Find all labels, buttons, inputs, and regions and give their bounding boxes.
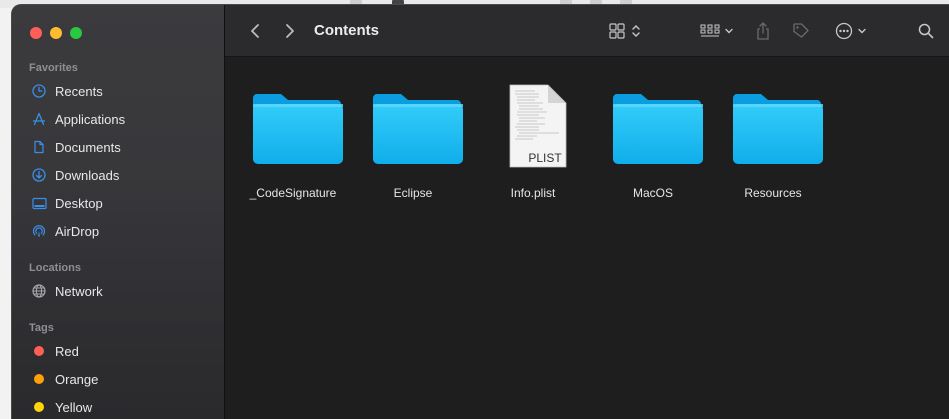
ellipsis-circle-icon: [835, 22, 853, 40]
forward-button[interactable]: [280, 19, 300, 43]
chevron-down-icon: [858, 28, 866, 34]
sidebar-item-airdrop[interactable]: AirDrop: [12, 218, 225, 244]
file-item-folder[interactable]: Resources: [718, 77, 828, 207]
sidebar-item-tag-yellow[interactable]: Yellow: [12, 394, 225, 419]
folder-icon: [613, 94, 703, 164]
toolbar: Contents: [225, 5, 949, 57]
chevron-left-icon: [251, 24, 259, 38]
sidebar-item-network[interactable]: Network: [12, 278, 225, 304]
search-button[interactable]: [915, 19, 937, 43]
sidebar-item-label: Yellow: [55, 399, 93, 415]
group-by-button[interactable]: [697, 19, 737, 43]
file-browser-content: _CodeSignature Eclipse PLIST Info.plist: [225, 57, 949, 419]
group-grid-icon: [700, 24, 720, 37]
chevron-right-icon: [286, 24, 294, 38]
sidebar-item-downloads[interactable]: Downloads: [12, 162, 225, 188]
file-name-label: Info.plist: [510, 186, 556, 200]
sidebar-item-documents[interactable]: Documents: [12, 134, 225, 160]
sidebar-item-recents[interactable]: Recents: [12, 78, 225, 104]
desktop-icon: [31, 195, 47, 211]
file-name-label: Resources: [744, 186, 802, 200]
file-item-folder[interactable]: MacOS: [598, 77, 708, 207]
view-mode-button[interactable]: [605, 19, 645, 43]
sidebar-item-label: AirDrop: [55, 223, 100, 239]
window-title: Contents: [314, 22, 379, 39]
file-item-folder[interactable]: Eclipse: [358, 77, 468, 207]
applications-icon: [31, 111, 47, 127]
sidebar-item-applications[interactable]: Applications: [12, 106, 225, 132]
sidebar-section-tags: Tags: [29, 322, 54, 334]
sidebar: Favorites Recents Applications Documents…: [12, 5, 225, 419]
file-name-label: Eclipse: [393, 186, 433, 200]
close-window-button[interactable]: [30, 27, 42, 39]
finder-window: Favorites Recents Applications Documents…: [11, 4, 949, 419]
search-icon: [918, 23, 934, 39]
zoom-window-button[interactable]: [70, 27, 82, 39]
back-button[interactable]: [245, 19, 265, 43]
sidebar-section-favorites: Favorites: [29, 62, 78, 74]
tag-color-icon: [31, 371, 47, 387]
sidebar-item-desktop[interactable]: Desktop: [12, 190, 225, 216]
sidebar-item-label: Desktop: [55, 195, 103, 211]
airdrop-icon: [31, 223, 47, 239]
folder-icon: [253, 94, 343, 164]
share-button[interactable]: [753, 19, 773, 43]
file-name-label: _CodeSignature: [249, 186, 337, 200]
chevron-down-icon: [725, 28, 733, 34]
sidebar-item-label: Network: [55, 283, 103, 299]
sidebar-section-locations: Locations: [29, 262, 81, 274]
tag-icon: [793, 23, 809, 38]
plist-badge: PLIST: [528, 151, 562, 165]
sidebar-item-label: Recents: [55, 83, 103, 99]
sidebar-item-label: Documents: [55, 139, 121, 155]
tag-dot: [34, 374, 44, 384]
sidebar-item-tag-red[interactable]: Red: [12, 338, 225, 364]
folder-icon: [373, 94, 463, 164]
share-icon: [757, 22, 769, 40]
file-item-document[interactable]: PLIST Info.plist: [478, 77, 588, 207]
tag-color-icon: [31, 343, 47, 359]
download-icon: [31, 167, 47, 183]
tag-color-icon: [31, 399, 47, 415]
tag-dot: [34, 346, 44, 356]
sidebar-item-label: Applications: [55, 111, 126, 127]
sidebar-item-label: Red: [55, 343, 79, 359]
sidebar-item-label: Orange: [55, 371, 99, 387]
icon-grid-icon: [609, 23, 625, 39]
file-name-label: MacOS: [632, 186, 673, 200]
tags-button[interactable]: [789, 19, 813, 43]
file-item-folder[interactable]: _CodeSignature: [238, 77, 348, 207]
minimize-window-button[interactable]: [50, 27, 62, 39]
network-icon: [31, 283, 47, 299]
chevron-updown-icon: [632, 25, 640, 37]
folder-icon: [733, 94, 823, 164]
document-icon: [31, 139, 47, 155]
tag-dot: [34, 402, 44, 412]
sidebar-item-tag-orange[interactable]: Orange: [12, 366, 225, 392]
more-actions-button[interactable]: [831, 19, 871, 43]
clock-icon: [31, 83, 47, 99]
sidebar-item-label: Downloads: [55, 167, 120, 183]
